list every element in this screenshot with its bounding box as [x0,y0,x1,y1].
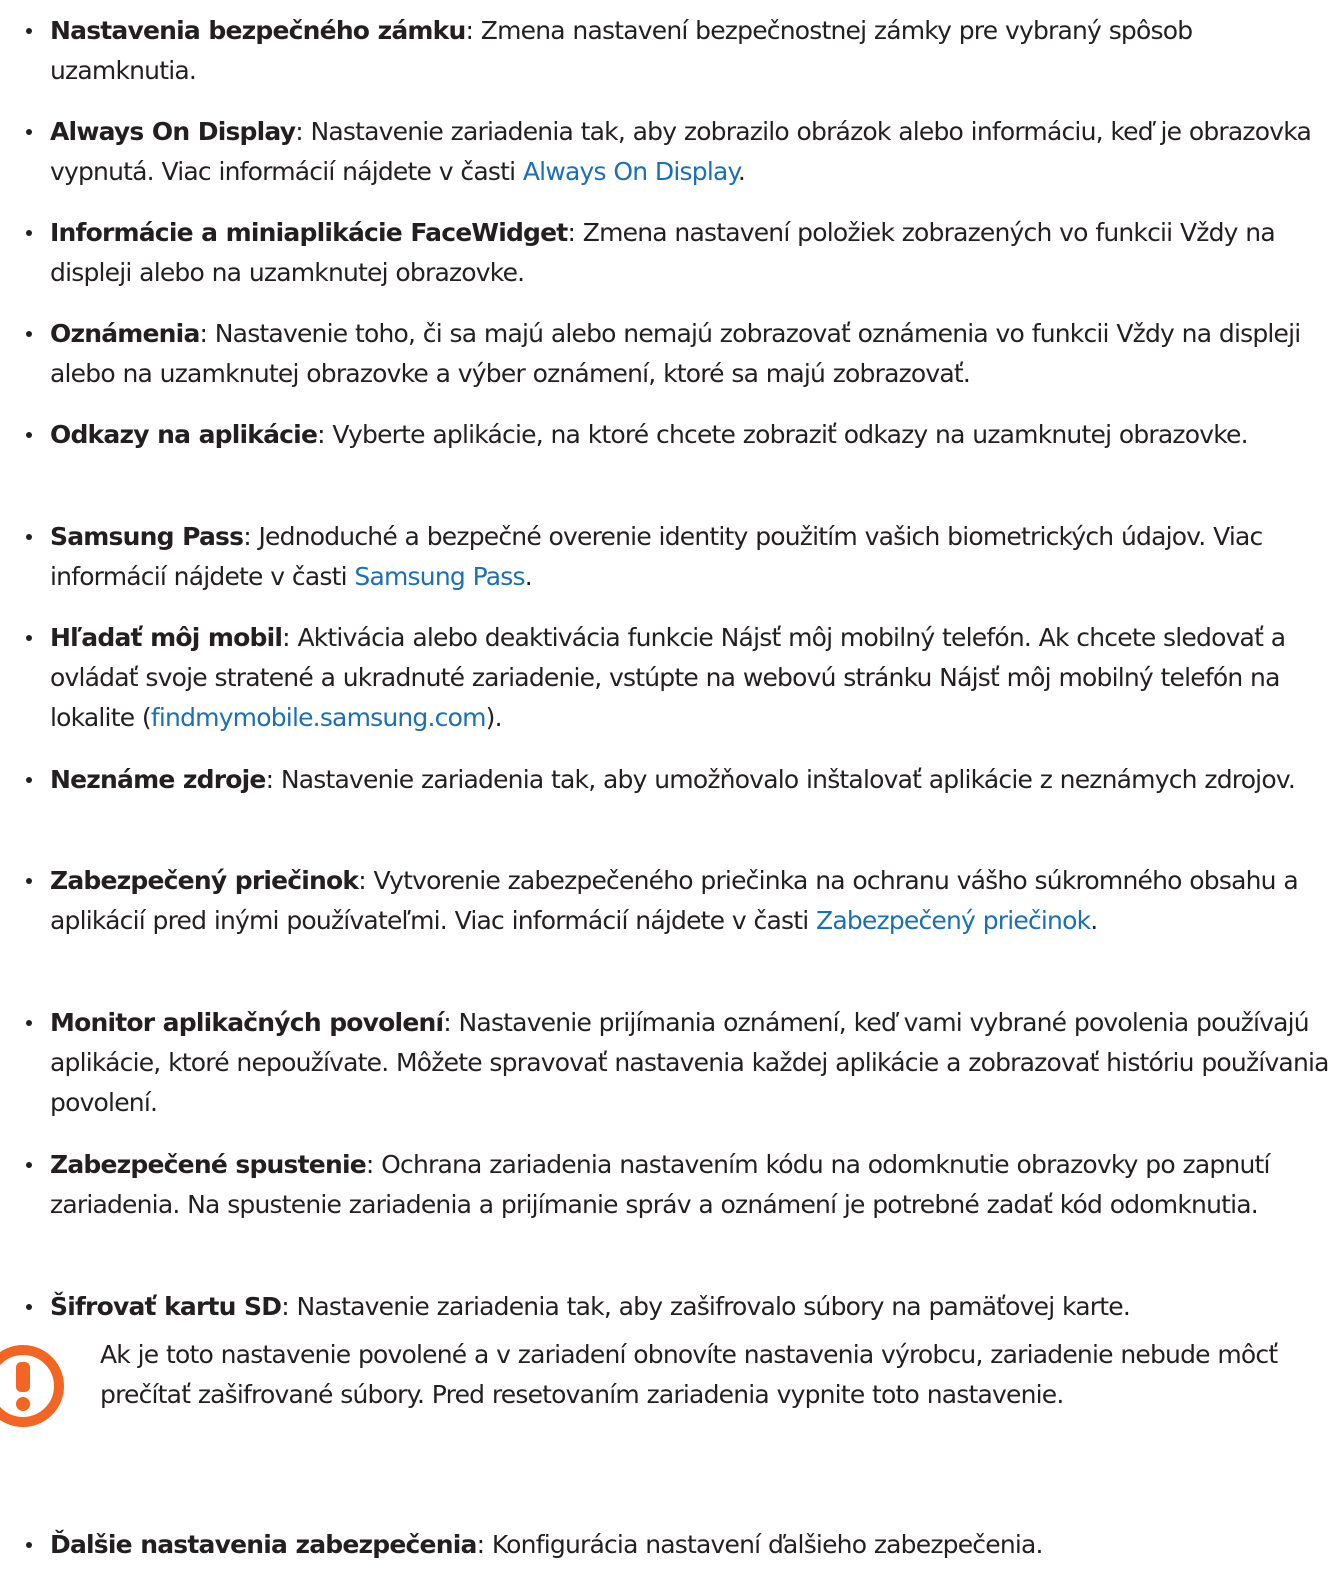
setting-term: Zabezpečené spustenie [50,1150,367,1179]
setting-item-find-my-mobile: Hľadať môj mobil: Aktivácia alebo deakti… [50,618,1332,738]
bullet [26,1542,32,1548]
findmymobile-link[interactable]: findmymobile.samsung.com [151,703,487,732]
samsung-pass-link[interactable]: Samsung Pass [354,562,525,591]
bullet [26,28,32,34]
setting-description: : Nastavenie zariadenia tak, aby umožňov… [265,765,1296,794]
setting-item-encrypt-sd: Šifrovať kartu SD: Nastavenie zariadenia… [50,1287,1332,1327]
setting-term: Always On Display [50,117,296,146]
setting-item-secure-folder: Zabezpečený priečinok: Vytvorenie zabezp… [50,861,1332,941]
caution-exclamation-icon [0,1345,64,1433]
setting-description-end: ). [485,703,503,732]
setting-description: : Nastavenie toho, či sa majú alebo nema… [50,319,1301,388]
setting-term: Monitor aplikačných povolení [50,1008,444,1037]
setting-item-app-shortcuts: Odkazy na aplikácie: Vyberte aplikácie, … [50,415,1332,455]
bullet [26,129,32,135]
setting-description-end: . [1090,906,1098,935]
setting-item-secure-lock: Nastavenia bezpečného zámku: Zmena nasta… [50,11,1332,91]
bullet [26,534,32,540]
secure-folder-link[interactable]: Zabezpečený priečinok [816,906,1091,935]
bullet [26,432,32,438]
setting-item-samsung-pass: Samsung Pass: Jednoduché a bezpečné over… [50,517,1332,597]
bullet [26,777,32,783]
setting-term: Šifrovať kartu SD [50,1292,282,1321]
bullet [26,230,32,236]
setting-description: : Nastavenie zariadenia tak, aby zašifro… [281,1292,1131,1321]
setting-item-notifications: Oznámenia: Nastavenie toho, či sa majú a… [50,314,1332,394]
setting-description: : Konfigurácia nastavení ďalšieho zabezp… [476,1530,1044,1559]
setting-item-unknown-sources: Neznáme zdroje: Nastavenie zariadenia ta… [50,760,1332,800]
setting-item-facewidget: Informácie a miniaplikácie FaceWidget: Z… [50,213,1332,293]
setting-description-end: . [737,157,746,186]
setting-term: Hľadať môj mobil [50,623,283,652]
setting-description: : Vyberte aplikácie, na ktoré chcete zob… [317,420,1248,449]
caution-note: Ak je toto nastavenie povolené a v zaria… [100,1340,1278,1409]
setting-item-other-security: Ďalšie nastavenia zabezpečenia: Konfigur… [50,1525,1332,1565]
bullet [26,1020,32,1026]
setting-term: Odkazy na aplikácie [50,420,318,449]
bullet [26,878,32,884]
bullet [26,1304,32,1310]
setting-term: Oznámenia [50,319,200,348]
setting-term: Neznáme zdroje [50,765,266,794]
bullet [26,635,32,641]
bullet [26,331,32,337]
setting-item-permission-monitor: Monitor aplikačných povolení: Nastavenie… [50,1003,1332,1123]
setting-term: Ďalšie nastavenia zabezpečenia [50,1530,477,1559]
setting-term: Zabezpečený priečinok [50,866,359,895]
setting-term: Nastavenia bezpečného zámku [50,16,466,45]
bullet [26,1162,32,1168]
always-on-display-link[interactable]: Always On Display [523,157,739,186]
setting-term: Informácie a miniaplikácie FaceWidget [50,218,568,247]
setting-item-always-on-display: Always On Display: Nastavenie zariadenia… [50,112,1332,192]
setting-term: Samsung Pass [50,522,244,551]
setting-description-end: . [524,562,533,591]
setting-item-secure-startup: Zabezpečené spustenie: Ochrana zariadeni… [50,1145,1332,1225]
